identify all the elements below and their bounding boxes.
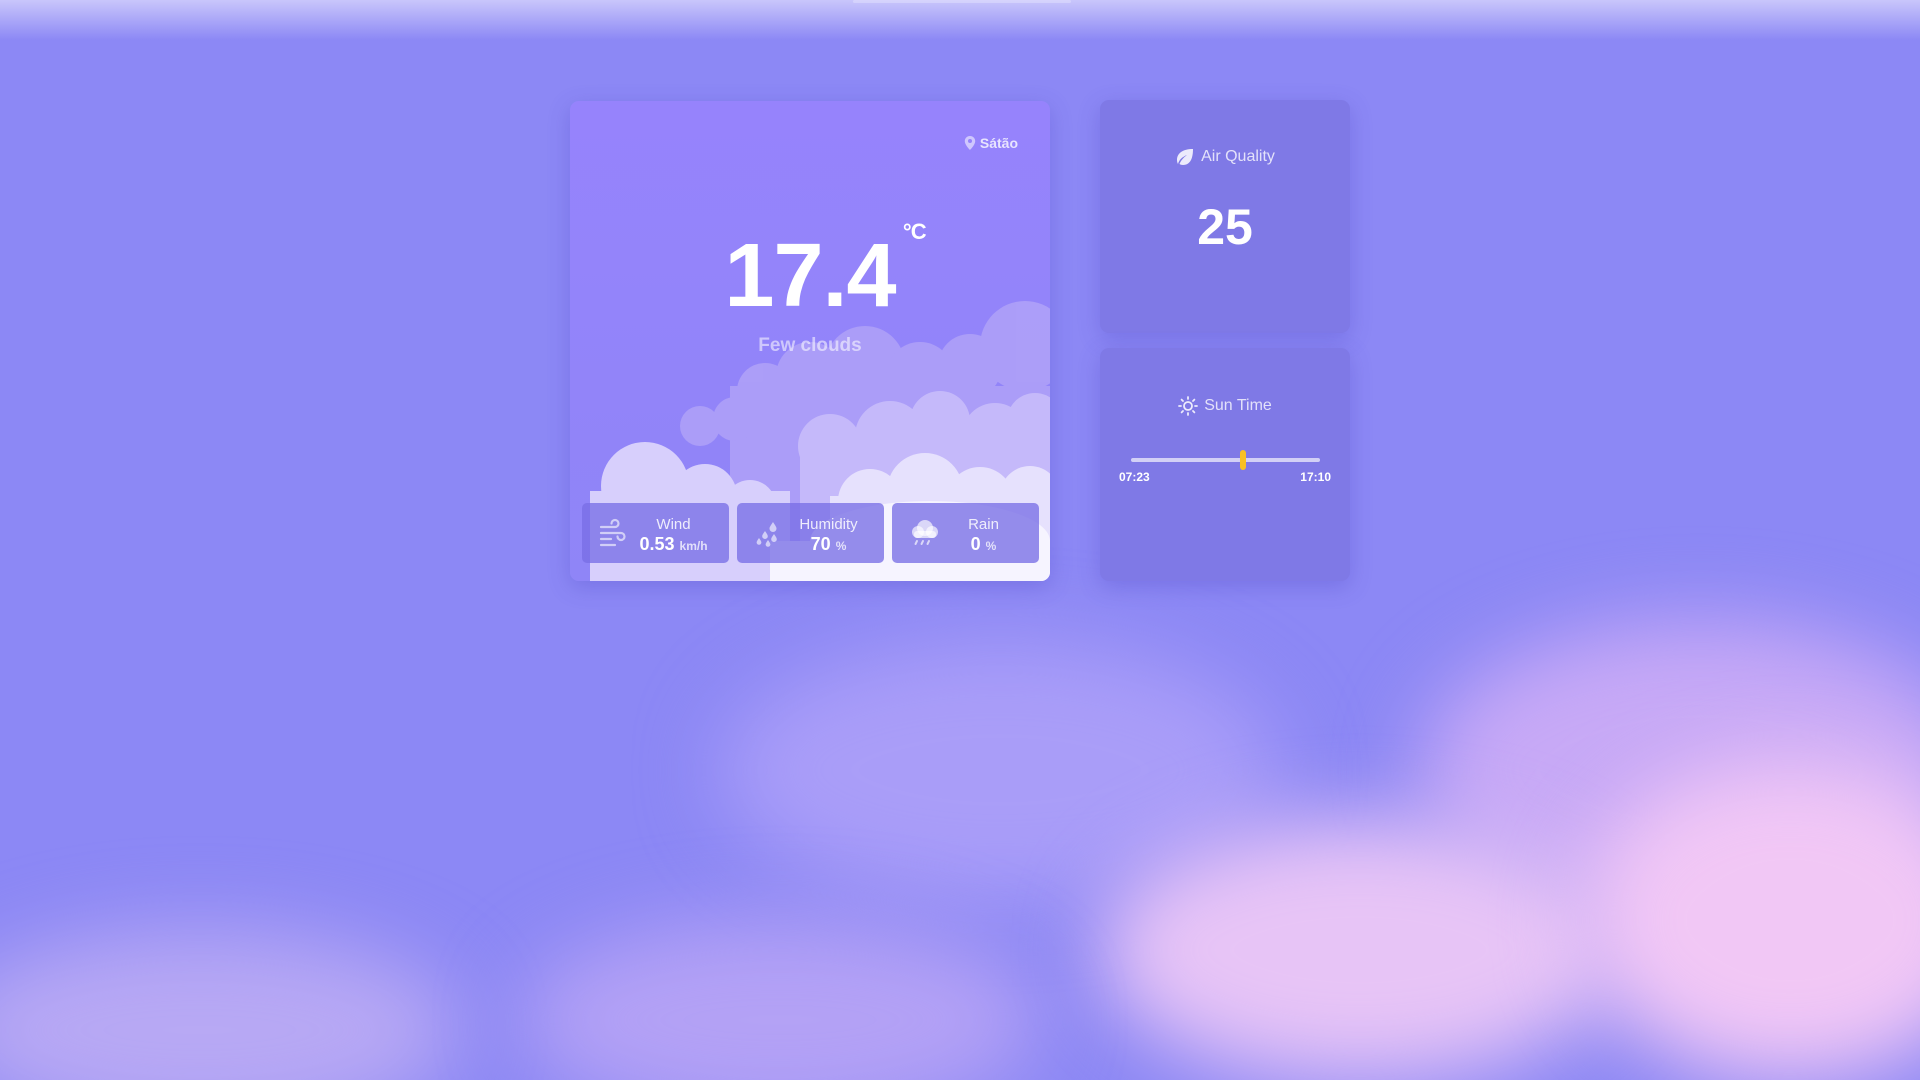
sunrise-time: 07:23 xyxy=(1119,470,1150,484)
stat-label: Rain xyxy=(968,516,999,533)
weather-stats: Wind 0.53 km/h Humidity 70 % Rain 0 % xyxy=(582,503,1039,563)
stat-value: 0 % xyxy=(970,534,997,554)
stat-value: 0.53 km/h xyxy=(639,534,708,554)
sun-time-card: Sun Time 07:23 17:10 xyxy=(1100,348,1350,581)
stat-rain: Rain 0 % xyxy=(892,503,1039,563)
leaf-icon xyxy=(1177,149,1194,165)
air-quality-card: Air Quality 25 xyxy=(1100,100,1350,333)
weather-card: Sátão 17.4 °C Few clouds Wind 0.53 km/h xyxy=(570,101,1050,581)
air-quality-title: Air Quality xyxy=(1100,148,1350,166)
weather-description: Few clouds xyxy=(758,335,862,356)
sunset-time: 17:10 xyxy=(1300,470,1331,484)
stat-wind: Wind 0.53 km/h xyxy=(582,503,729,563)
location-name: Sátão xyxy=(979,135,1018,151)
stat-humidity: Humidity 70 % xyxy=(737,503,884,563)
temperature-unit: °C xyxy=(902,219,927,244)
air-quality-value: 25 xyxy=(1197,199,1253,255)
location-label[interactable]: Sátão xyxy=(964,135,1018,151)
stat-value: 70 % xyxy=(810,534,847,554)
map-pin-icon xyxy=(964,136,976,150)
sun-times: 07:23 17:10 xyxy=(1119,470,1331,484)
sun-progress-track xyxy=(1131,450,1320,470)
stat-label: Wind xyxy=(656,516,691,533)
sun-position-marker xyxy=(1239,450,1246,470)
stat-label: Humidity xyxy=(799,516,858,533)
sun-icon xyxy=(1178,396,1199,416)
sun-time-title: Sun Time xyxy=(1100,396,1350,416)
temperature-value: 17.4 °C xyxy=(724,219,926,326)
